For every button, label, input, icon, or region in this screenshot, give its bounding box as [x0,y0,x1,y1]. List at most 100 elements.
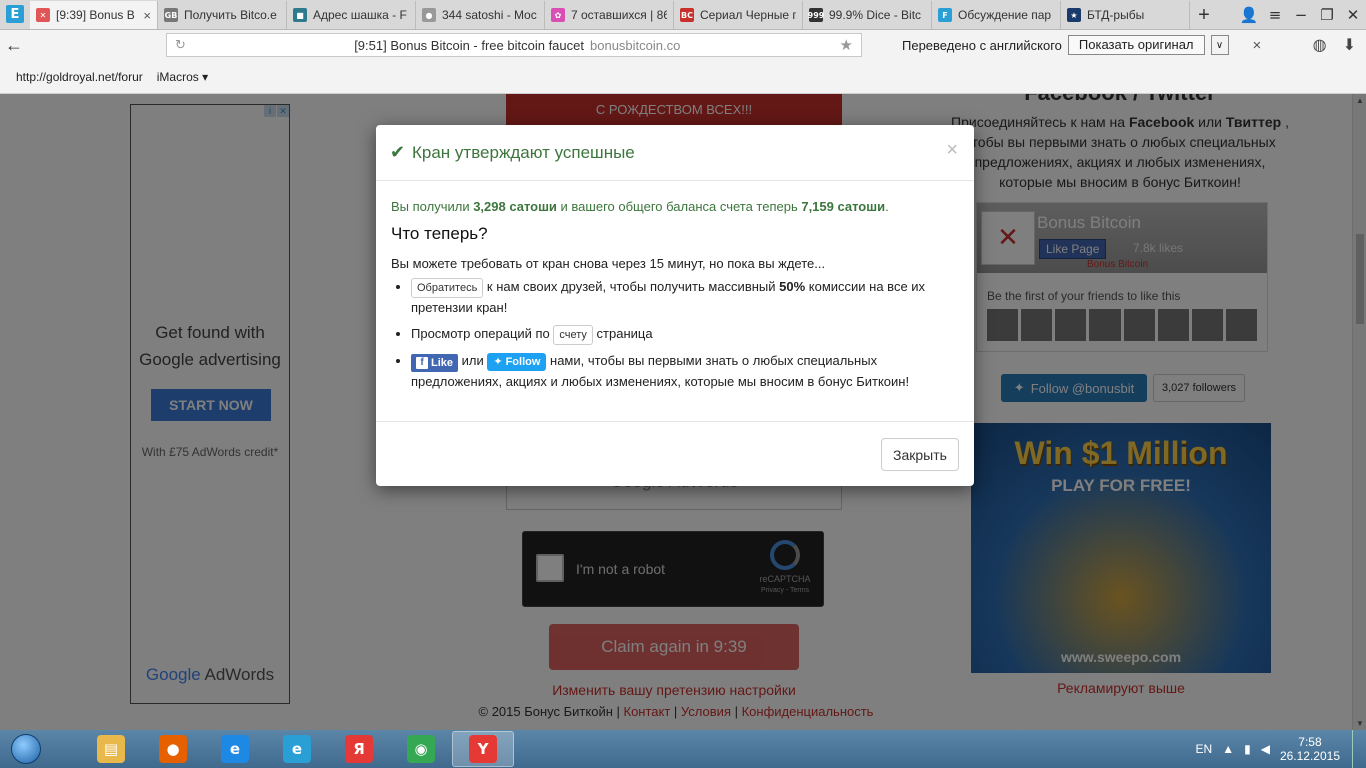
tab-3[interactable]: ● 344 satoshi - Moc [416,1,545,29]
taskbar-app-ie[interactable]: e [204,731,266,767]
tab-favicon-icon: GB [164,8,178,22]
window-controls: 👤 ≡ − ❐ ✕ [1236,0,1366,30]
back-arrow-icon[interactable]: ← [0,35,28,56]
tab-1[interactable]: GB Получить Bitco.e [158,1,287,29]
tab-favicon-icon: ● [422,8,436,22]
taskbar-app-yandex[interactable]: Я [328,731,390,767]
taskbar-app-chrome[interactable]: ◉ [390,731,452,767]
tab-title: 344 satoshi - Moc [442,8,537,22]
explorer-icon: ▤ [97,735,125,763]
edge-icon: e [283,735,311,763]
tab-title: 7 оставшихся | 86 [571,8,667,22]
taskbar-app-firefox[interactable]: ● [142,731,204,767]
chrome-icon: ◉ [407,735,435,763]
bookmark-star-icon[interactable]: ★ [840,36,853,54]
network-icon[interactable]: ▮ [1244,742,1251,756]
list-item: fLike или ✦Follow нами, чтобы вы первыми… [411,351,959,392]
modal-close-icon[interactable]: × [946,139,958,162]
success-message: Вы получили 3,298 сатоши и вашего общего… [391,199,889,214]
tab-7[interactable]: F Обсуждение пар [932,1,1061,29]
toolbar-right: ◍ ⬇ [1313,35,1356,55]
yandex-browser-icon: Y [469,735,497,763]
check-icon: ✔ [390,142,406,163]
wait-message: Вы можете требовать от кран снова через … [391,256,826,271]
tab-favicon-icon: ✿ [551,8,565,22]
tab-4[interactable]: ✿ 7 оставшихся | 86 [545,1,674,29]
browser-logo[interactable]: E [0,0,30,29]
taskbar-app-explorer[interactable]: ▤ [80,731,142,767]
tray-arrow-icon[interactable]: ▲ [1222,742,1234,756]
tab-title: Сериал Черные г [700,8,796,22]
taskbar-app-yandex-browser[interactable]: Y [452,731,514,767]
clock[interactable]: 7:58 26.12.2015 [1280,735,1340,763]
claimed-amount: 3,298 сатоши [473,199,557,214]
new-tab-button[interactable]: + [1190,1,1218,29]
start-button[interactable] [6,731,46,767]
modal-footer: Закрыть [376,421,974,486]
twitter-follow-small-button[interactable]: ✦ Follow [487,353,547,371]
page-domain: bonusbitcoin.co [590,37,681,53]
tab-title: 99.9% Dice - Bitc [829,8,922,22]
show-desktop-button[interactable] [1352,730,1366,768]
list-item: Обратитесь к нам своих друзей, чтобы пол… [411,277,959,318]
download-icon[interactable]: ⬇ [1343,35,1356,55]
minimize-icon[interactable]: − [1288,6,1314,24]
tab-title: БТД-рыбы [1087,8,1145,22]
system-tray: EN ▲ ▮ ◀ 7:58 26.12.2015 [1196,730,1366,768]
what-now-heading: Что теперь? [391,224,488,243]
tab-favicon-icon: ★ [1067,8,1081,22]
bookmark-goldroyal[interactable]: http://goldroyal.net/forur [16,70,143,84]
taskbar-app-edge[interactable]: e [266,731,328,767]
facebook-like-button[interactable]: fLike [411,354,459,372]
firefox-icon: ● [159,735,187,763]
show-original-button[interactable]: Показать оригинал [1067,35,1205,55]
windows-logo-icon [11,734,41,764]
page-title-text: [9:51] Bonus Bitcoin - free bitcoin fauc… [354,37,584,53]
twitter-bird-icon: ✦ [493,356,503,368]
tab-favicon-icon: ■ [293,8,307,22]
translate-close-icon[interactable]: × [1253,37,1262,54]
user-icon[interactable]: 👤 [1236,6,1262,24]
translate-bar: Переведено с английского Показать оригин… [902,35,1261,55]
translate-label: Переведено с английского [902,37,1062,53]
close-window-icon[interactable]: ✕ [1340,6,1366,24]
volume-icon[interactable]: ◀ [1261,742,1270,756]
tab-2[interactable]: ■ Адрес шашка - F [287,1,416,29]
yandex-icon: Я [345,735,373,763]
faucet-success-modal: ✔ Кран утверждают успешные × Вы получили… [376,125,974,486]
modal-header: ✔ Кран утверждают успешные × [376,125,974,181]
taskbar-apps: ▤ ● e e Я ◉ Y [80,731,514,767]
ie-icon: e [221,735,249,763]
tab-6[interactable]: 999 99.9% Dice - Bitc [803,1,932,29]
tab-8[interactable]: ★ БТД-рыбы [1061,1,1190,29]
translate-dropdown[interactable]: ∨ [1210,35,1229,55]
tab-5[interactable]: BC Сериал Черные г [674,1,803,29]
account-button[interactable]: счету [553,325,593,345]
tab-favicon-icon: ✕ [36,8,50,22]
address-text: [9:51] Bonus Bitcoin - free bitcoin fauc… [195,38,840,53]
menu-icon[interactable]: ≡ [1262,6,1288,24]
restore-icon[interactable]: ❐ [1314,6,1340,24]
bookmarks-bar: http://goldroyal.net/forur iMacros ▾ [0,60,1366,94]
facebook-icon: f [416,357,428,369]
tab-0[interactable]: ✕ [9:39] Bonus B × [30,1,158,29]
modal-body: Вы получили 3,298 сатоши и вашего общего… [376,181,974,392]
tab-favicon-icon: BC [680,8,694,22]
address-row: ← ↻ [9:51] Bonus Bitcoin - free bitcoin … [0,30,1366,60]
tab-favicon-icon: 999 [808,8,824,22]
bookmark-imacros[interactable]: iMacros ▾ [157,70,208,84]
windows-taskbar: ▤ ● e e Я ◉ Y EN ▲ ▮ ◀ 7:58 26.12.2015 [0,730,1366,768]
globe-icon[interactable]: ◍ [1313,35,1327,55]
tabs: ✕ [9:39] Bonus B × GB Получить Bitco.e ■ Адрес… [30,1,1190,29]
address-bar[interactable]: ↻ [9:51] Bonus Bitcoin - free bitcoin fa… [166,33,862,57]
close-button[interactable]: Закрыть [881,438,959,471]
modal-title: Кран утверждают успешные [412,143,635,162]
reload-icon[interactable]: ↻ [175,37,195,53]
tab-title: Получить Bitco.e [184,8,277,22]
suggestions-list: Обратитесь к нам своих друзей, чтобы пол… [391,277,959,392]
refer-button[interactable]: Обратитесь [411,278,484,298]
tab-title: Адрес шашка - F [313,8,407,22]
language-indicator[interactable]: EN [1196,742,1213,756]
tab-title: Обсуждение пар [958,8,1052,22]
tab-close-icon[interactable]: × [143,8,151,23]
